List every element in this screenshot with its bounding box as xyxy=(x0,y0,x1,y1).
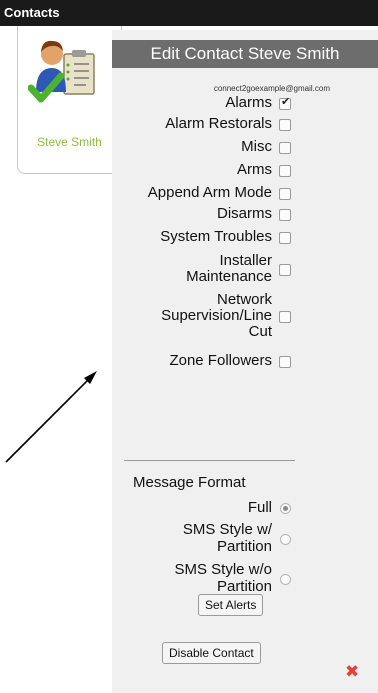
annotation-arrow xyxy=(5,371,97,463)
